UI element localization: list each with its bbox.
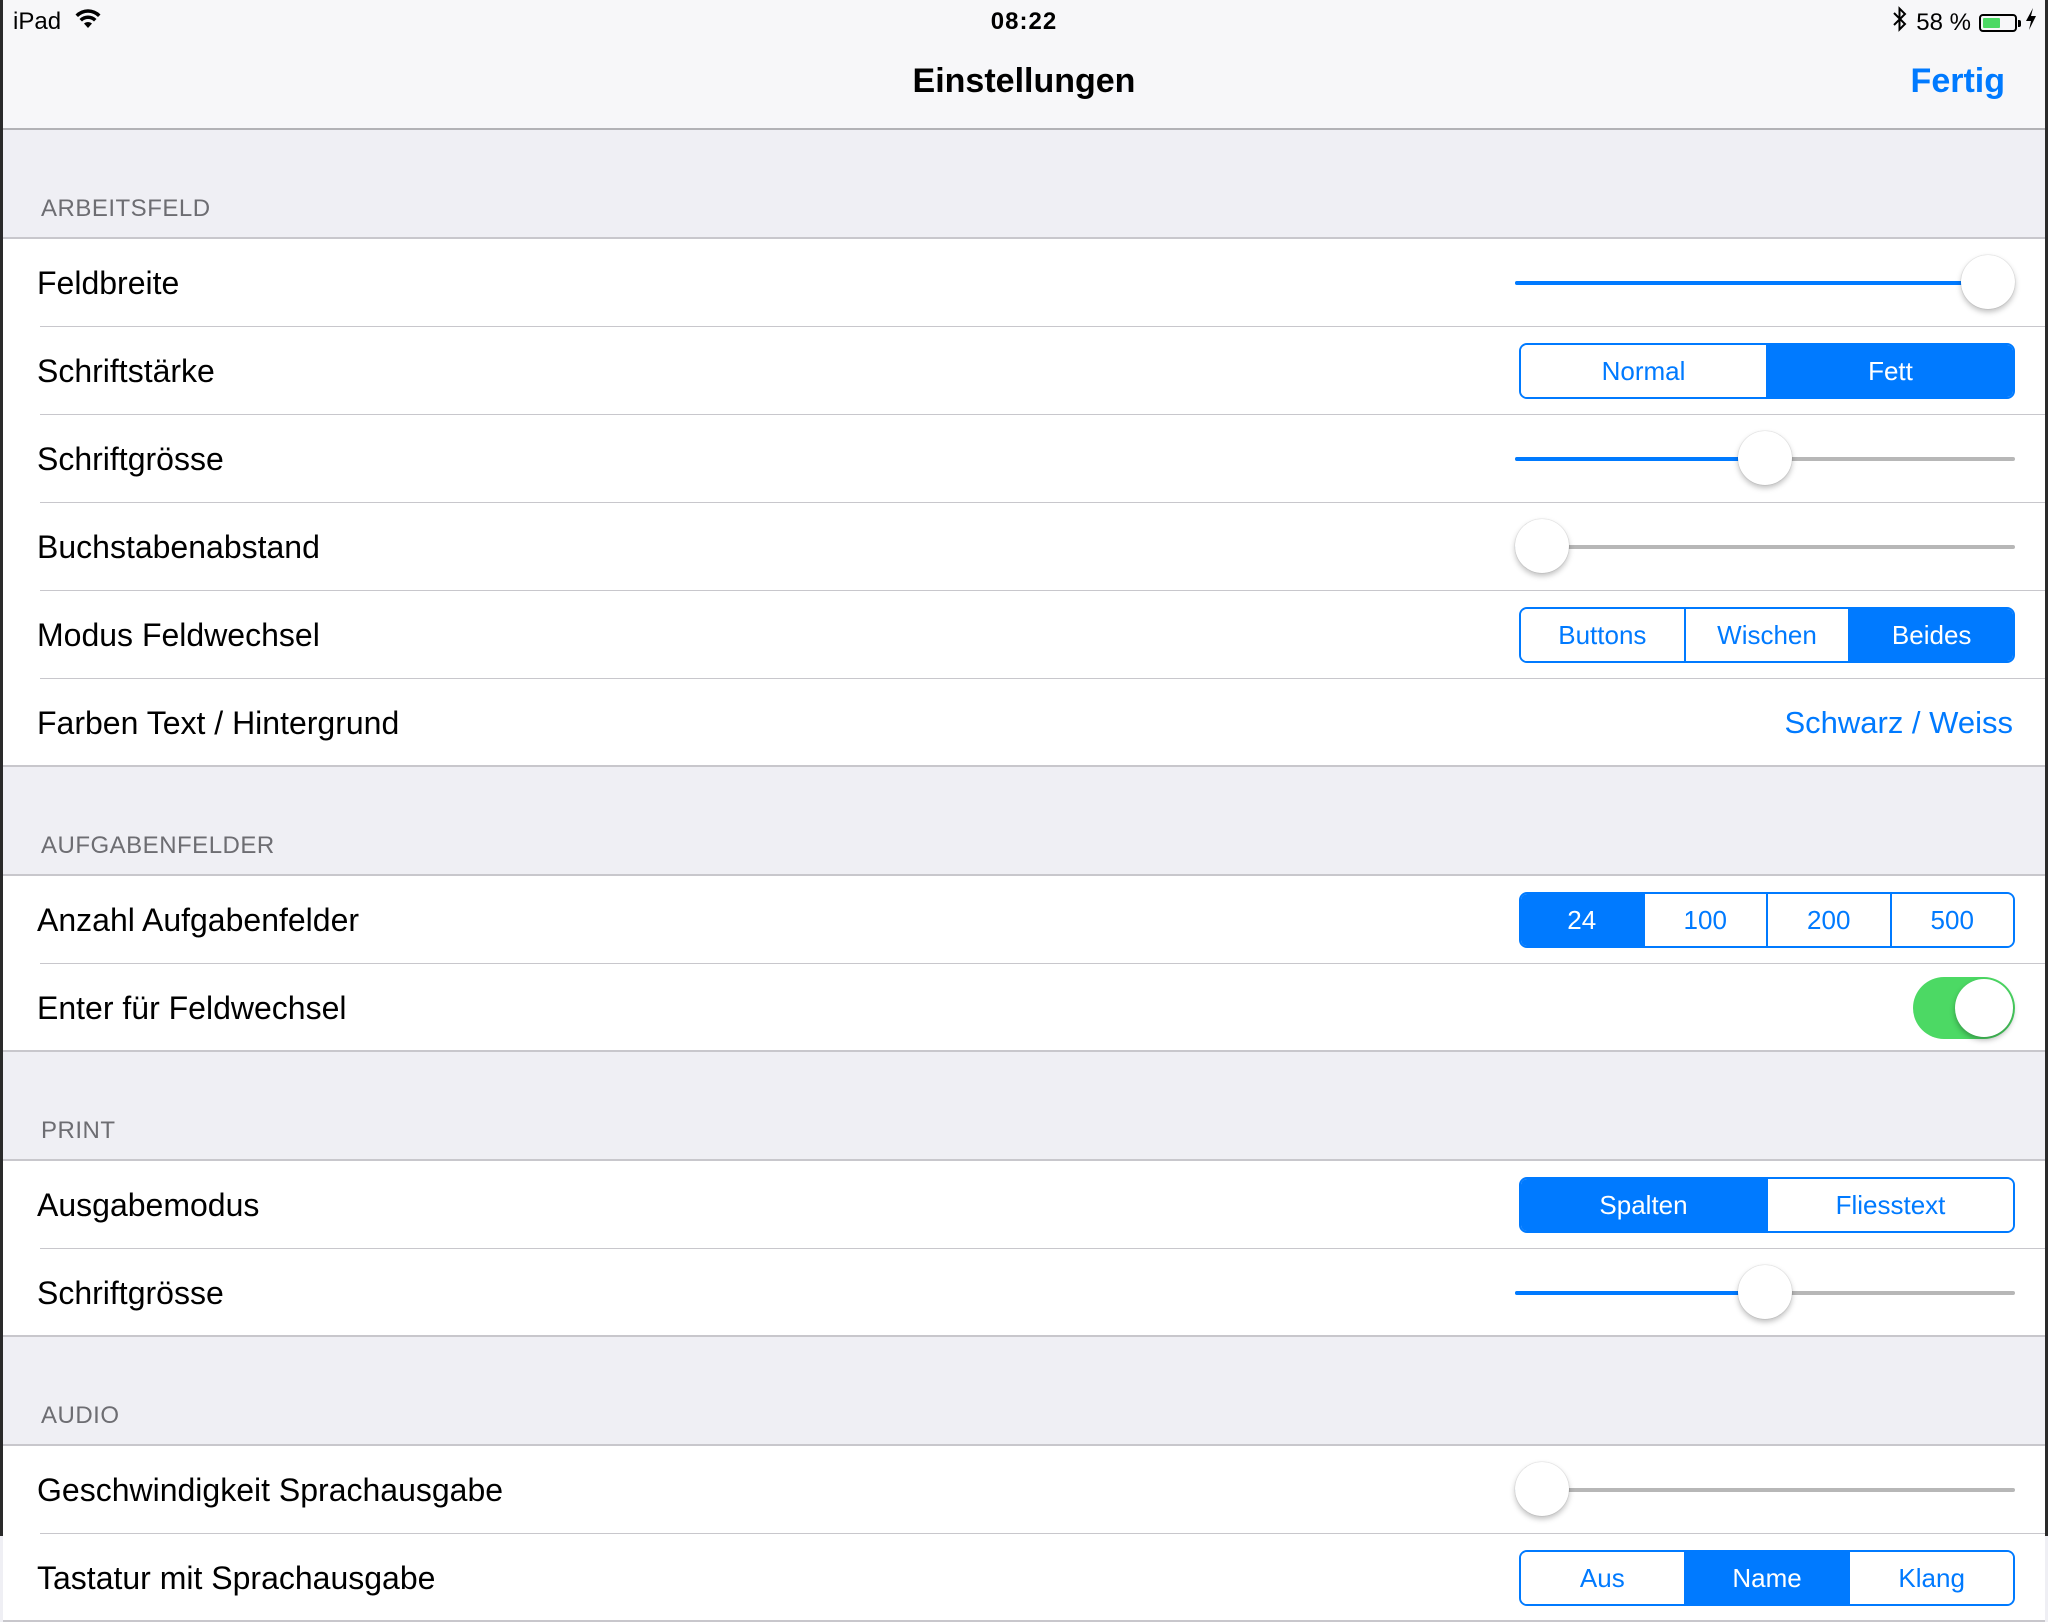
section-header-audio: AUDIO bbox=[3, 1337, 2045, 1446]
slider-thumb[interactable] bbox=[1515, 1462, 1569, 1516]
row-label: Feldbreite bbox=[37, 265, 180, 301]
segment-buttons[interactable]: Buttons bbox=[1521, 609, 1684, 661]
settings-row-schriftgroesse: Schriftgrösse bbox=[3, 1249, 2045, 1337]
segment-klang[interactable]: Klang bbox=[1848, 1552, 2013, 1604]
status-bar: iPad 08:22 58 % bbox=[3, 0, 2045, 42]
anzahl-aufgabenfelder-segmented-control: 24 100 200 500 bbox=[1519, 892, 2015, 948]
section-header-print: PRINT bbox=[3, 1052, 2045, 1161]
settings-row-enter-fuer-feldwechsel: Enter für Feldwechsel bbox=[3, 964, 2045, 1052]
row-label: Schriftgrösse bbox=[37, 1275, 224, 1311]
slider-fill bbox=[1515, 457, 1765, 461]
slider-fill bbox=[1515, 1291, 1765, 1295]
row-label: Anzahl Aufgabenfelder bbox=[37, 902, 360, 938]
battery-fill bbox=[1983, 17, 2001, 28]
row-control: Normal Fett bbox=[1519, 327, 2015, 415]
settings-row-schriftgroesse: Schriftgrösse bbox=[3, 415, 2045, 503]
row-label: Schriftgrösse bbox=[37, 441, 224, 477]
segment-fett[interactable]: Fett bbox=[1766, 345, 2013, 397]
row-control: Aus Name Klang bbox=[1519, 1534, 2015, 1622]
section-header-aufgabenfelder: AUFGABENFELDER bbox=[3, 767, 2045, 876]
slider-thumb[interactable] bbox=[1738, 1265, 1792, 1319]
row-label: Enter für Feldwechsel bbox=[37, 990, 347, 1026]
row-label: Geschwindigkeit Sprachausgabe bbox=[37, 1472, 504, 1508]
section-title: AUFGABENFELDER bbox=[41, 832, 275, 859]
done-button[interactable]: Fertig bbox=[1911, 62, 2005, 101]
row-label: Modus Feldwechsel bbox=[37, 617, 320, 653]
slider-thumb[interactable] bbox=[1961, 255, 2015, 309]
section-title: ARBEITSFELD bbox=[41, 195, 211, 222]
settings-row-anzahl-aufgabenfelder: Anzahl Aufgabenfelder 24 100 200 500 bbox=[3, 876, 2045, 964]
segment-beides[interactable]: Beides bbox=[1848, 609, 2013, 661]
row-control: Schwarz / Weiss bbox=[1784, 679, 2015, 767]
segment-200[interactable]: 200 bbox=[1766, 894, 1890, 946]
settings-row-modus-feldwechsel: Modus Feldwechsel Buttons Wischen Beides bbox=[3, 591, 2045, 679]
bluetooth-icon bbox=[1892, 6, 1908, 39]
tastatur-mit-sprachausgabe-segmented-control: Aus Name Klang bbox=[1519, 1550, 2015, 1606]
section-title: PRINT bbox=[41, 1117, 116, 1144]
row-control: 24 100 200 500 bbox=[1519, 876, 2015, 964]
slider-thumb[interactable] bbox=[1515, 519, 1569, 573]
settings-row-buchstabenabstand: Buchstabenabstand bbox=[3, 503, 2045, 591]
settings-row-ausgabemodus: Ausgabemodus Spalten Fliesstext bbox=[3, 1161, 2045, 1249]
segment-normal[interactable]: Normal bbox=[1521, 345, 1766, 397]
row-control: Spalten Fliesstext bbox=[1519, 1161, 2015, 1249]
settings-row-geschwindigkeit-sprachausgabe: Geschwindigkeit Sprachausgabe bbox=[3, 1446, 2045, 1534]
settings-list: ARBEITSFELD Feldbreite Schriftstärke Normal… bbox=[3, 130, 2045, 1622]
schriftgroesse-slider[interactable] bbox=[1515, 431, 2015, 485]
segment-aus[interactable]: Aus bbox=[1521, 1552, 1684, 1604]
settings-row-farben-text-hintergrund: Farben Text / Hintergrund Schwarz / Weiss bbox=[3, 679, 2045, 767]
segment-spalten[interactable]: Spalten bbox=[1521, 1179, 1766, 1231]
row-control bbox=[1515, 1249, 2015, 1337]
status-time: 08:22 bbox=[990, 8, 1058, 35]
segment-24[interactable]: 24 bbox=[1521, 894, 1643, 946]
slider-thumb[interactable] bbox=[1738, 431, 1792, 485]
segment-name[interactable]: Name bbox=[1683, 1552, 1849, 1604]
geschwindigkeit-sprachausgabe-slider[interactable] bbox=[1515, 1462, 2015, 1516]
row-control bbox=[1515, 503, 2015, 591]
bolt-icon bbox=[2025, 8, 2037, 37]
segment-500[interactable]: 500 bbox=[1889, 894, 2013, 946]
segment-fliesstext[interactable]: Fliesstext bbox=[1766, 1179, 2013, 1231]
toggle-knob bbox=[1955, 979, 2013, 1037]
segment-100[interactable]: 100 bbox=[1642, 894, 1766, 946]
top-bar: iPad 08:22 58 % Einstellungen Fertig bbox=[3, 0, 2045, 130]
schriftstaerke-segmented-control: Normal Fett bbox=[1519, 343, 2015, 399]
settings-row-schriftstaerke: Schriftstärke Normal Fett bbox=[3, 327, 2045, 415]
row-control: Buttons Wischen Beides bbox=[1519, 591, 2015, 679]
battery-icon bbox=[1979, 13, 2021, 32]
row-control bbox=[1913, 964, 2015, 1052]
row-label: Schriftstärke bbox=[37, 353, 215, 389]
enter-fuer-feldwechsel-toggle[interactable] bbox=[1913, 977, 2015, 1039]
row-control bbox=[1515, 415, 2015, 503]
row-control bbox=[1515, 239, 2015, 327]
row-control bbox=[1515, 1446, 2015, 1534]
slider-track[interactable] bbox=[1515, 545, 2015, 549]
ausgabemodus-segmented-control: Spalten Fliesstext bbox=[1519, 1177, 2015, 1233]
settings-row-tastatur-mit-sprachausgabe: Tastatur mit Sprachausgabe Aus Name Klang bbox=[3, 1534, 2045, 1622]
farben-text-hintergrund-value-link[interactable]: Schwarz / Weiss bbox=[1784, 705, 2013, 741]
status-right: 58 % bbox=[1892, 6, 2037, 39]
buchstabenabstand-slider[interactable] bbox=[1515, 519, 2015, 573]
schriftgroesse-slider[interactable] bbox=[1515, 1265, 2015, 1319]
modus-feldwechsel-segmented-control: Buttons Wischen Beides bbox=[1519, 607, 2015, 663]
slider-track[interactable] bbox=[1515, 1488, 2015, 1492]
section-title: AUDIO bbox=[41, 1402, 120, 1429]
row-label: Tastatur mit Sprachausgabe bbox=[37, 1560, 436, 1596]
segment-wischen[interactable]: Wischen bbox=[1683, 609, 1849, 661]
battery-percent: 58 % bbox=[1916, 8, 1971, 36]
row-label: Buchstabenabstand bbox=[37, 529, 320, 565]
row-label: Farben Text / Hintergrund bbox=[37, 705, 400, 741]
row-label: Ausgabemodus bbox=[37, 1187, 260, 1223]
settings-row-feldbreite: Feldbreite bbox=[3, 239, 2045, 327]
feldbreite-slider[interactable] bbox=[1515, 255, 2015, 309]
section-header-arbeitsfeld: ARBEITSFELD bbox=[3, 130, 2045, 239]
slider-fill bbox=[1515, 281, 1988, 285]
battery-nub bbox=[2018, 19, 2021, 27]
page-title: Einstellungen bbox=[912, 62, 1136, 100]
